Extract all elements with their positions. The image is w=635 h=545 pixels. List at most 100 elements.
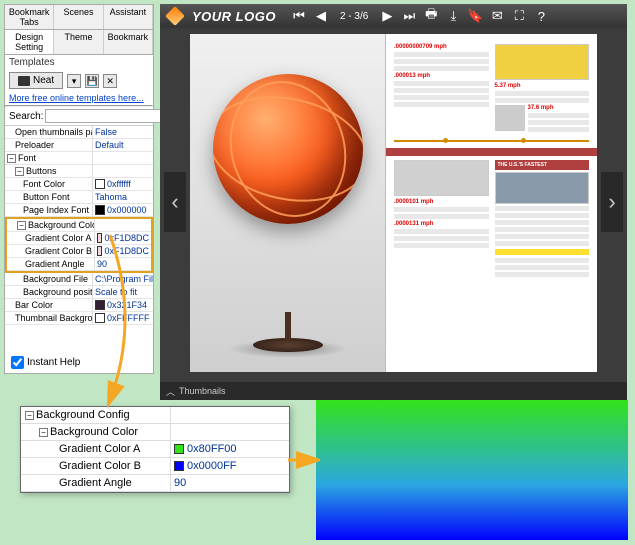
prop-gradient-angle-val[interactable]: 90 — [95, 258, 151, 270]
tab-row-1: Bookmark Tabs Scenes Assistant — [5, 5, 153, 30]
callout-bg-config[interactable]: −Background Config — [21, 407, 171, 423]
callout-grad-angle[interactable]: Gradient Angle — [21, 475, 171, 491]
template-save-button[interactable]: 💾 — [85, 74, 99, 88]
next-page-button[interactable]: ▶ — [380, 9, 394, 23]
prop-gradient-a-val[interactable]: 0xF1D8DC — [95, 232, 151, 244]
minus-icon[interactable]: − — [17, 221, 26, 230]
prop-page-index-font-color-val[interactable]: 0x000000 — [93, 204, 153, 216]
callout-bg-color[interactable]: −Background Color — [21, 424, 171, 440]
globe-image — [213, 74, 363, 224]
instant-help-checkbox[interactable]: Instant Help — [11, 356, 80, 369]
prop-gradient-b-val[interactable]: 0xF1D8DC — [95, 245, 151, 257]
search-input[interactable] — [45, 109, 168, 123]
print-button[interactable]: 🖶 — [424, 9, 438, 23]
color-swatch — [95, 300, 105, 310]
help-button[interactable]: ? — [534, 9, 548, 23]
prop-open-thumbnails-val[interactable]: False — [93, 126, 153, 138]
template-delete-button[interactable]: ✕ — [103, 74, 117, 88]
callout-grad-a[interactable]: Gradient Color A — [21, 441, 171, 457]
bookmark-button[interactable]: 🔖 — [468, 9, 482, 23]
timeline — [394, 140, 589, 142]
prop-background-color[interactable]: −Background Color — [7, 219, 95, 231]
minus-icon[interactable]: − — [25, 411, 34, 420]
page-nav-prev[interactable]: ‹ — [164, 172, 186, 232]
color-swatch — [95, 179, 105, 189]
yellow-highlight — [495, 249, 590, 255]
speed-value: .00000000709 mph — [394, 44, 489, 50]
minus-icon[interactable]: − — [7, 154, 16, 163]
tab-row-2: Design Setting Theme Bookmark — [5, 30, 153, 55]
viewer: YOUR LOGO ⏮ ◀ 2 - 3/6 ▶ ⏭ 🖶 ⤓ 🔖 ✉ ⛶ ? ‹ … — [160, 4, 627, 400]
tab-design-setting[interactable]: Design Setting — [5, 30, 54, 54]
prop-button-font-val[interactable]: Tahoma — [93, 191, 153, 203]
color-swatch — [95, 205, 105, 215]
search-label: Search: — [9, 111, 43, 122]
callout-grad-b-val[interactable]: 0x0000FF — [171, 458, 289, 474]
prop-background-position-val[interactable]: Scale to fit — [93, 286, 153, 298]
thumbnails-label: Thumbnails — [179, 386, 226, 396]
prop-bar-color-val[interactable]: 0x321F34 — [93, 299, 153, 311]
callout-grad-angle-val[interactable]: 90 — [171, 475, 289, 491]
page-left — [190, 34, 386, 372]
tab-bookmark[interactable]: Bookmark — [104, 30, 153, 54]
more-templates-link[interactable]: More free online templates here... — [5, 91, 153, 105]
speed-value: 37.6 mph — [528, 105, 590, 111]
prop-background-position[interactable]: Background position — [5, 286, 93, 298]
neat-template-button[interactable]: Neat — [9, 72, 63, 89]
tab-scenes[interactable]: Scenes — [54, 5, 103, 29]
prop-thumb-bg[interactable]: Thumbnail Background ... — [5, 312, 93, 324]
prop-gradient-angle[interactable]: Gradient Angle — [7, 258, 95, 270]
prop-font[interactable]: −Font — [5, 152, 93, 164]
tab-bookmark-tabs[interactable]: Bookmark Tabs — [5, 5, 54, 29]
prop-page-index-font-color[interactable]: Page Index Font Color — [5, 204, 93, 216]
prop-background-file-val[interactable]: C:\Program Files\... — [93, 273, 153, 285]
template-browse-button[interactable]: ▾ — [67, 74, 81, 88]
climber-image — [495, 105, 525, 131]
callout-grad-b[interactable]: Gradient Color B — [21, 458, 171, 474]
fullscreen-button[interactable]: ⛶ — [512, 9, 526, 23]
fastest-header: THE U.S.'S FASTEST — [495, 160, 590, 170]
download-button[interactable]: ⤓ — [446, 9, 460, 23]
share-button[interactable]: ✉ — [490, 9, 504, 23]
color-swatch — [174, 461, 184, 471]
speed-value: .0000131 mph — [394, 221, 489, 227]
chevron-up-icon: ︿ — [166, 385, 175, 398]
prop-preloader[interactable]: Preloader — [5, 139, 93, 151]
callout-grad-a-val[interactable]: 0x80FF00 — [171, 441, 289, 457]
callout-panel: −Background Config −Background Color Gra… — [20, 406, 290, 493]
minus-icon[interactable]: − — [39, 428, 48, 437]
prop-gradient-b[interactable]: Gradient Color B — [7, 245, 95, 257]
page-nav-next[interactable]: › — [601, 172, 623, 232]
speed-value: 5.37 mph — [495, 83, 590, 89]
minus-icon[interactable]: − — [15, 167, 24, 176]
first-page-button[interactable]: ⏮ — [292, 9, 306, 23]
prop-open-thumbnails[interactable]: Open thumbnails pallet — [5, 126, 93, 138]
tab-theme[interactable]: Theme — [54, 30, 103, 54]
prop-bar-color[interactable]: Bar Color — [5, 299, 93, 311]
logo-icon — [165, 6, 185, 26]
thumbnails-bar[interactable]: ︿ Thumbnails — [160, 382, 627, 400]
arrow-annotation-2 — [286, 450, 320, 470]
property-grid: Open thumbnails palletFalse PreloaderDef… — [5, 125, 153, 325]
swimmer-image — [495, 44, 590, 80]
color-swatch — [174, 444, 184, 454]
prop-thumb-bg-val[interactable]: 0xFFFFFF — [93, 312, 153, 324]
prop-buttons[interactable]: −Buttons — [5, 165, 93, 177]
instant-help-input[interactable] — [11, 356, 24, 369]
prop-preloader-val[interactable]: Default — [93, 139, 153, 151]
prop-font-color[interactable]: Font Color — [5, 178, 93, 190]
instant-help-label: Instant Help — [27, 357, 80, 368]
viewer-toolbar: YOUR LOGO ⏮ ◀ 2 - 3/6 ▶ ⏭ 🖶 ⤓ 🔖 ✉ ⛶ ? — [160, 4, 627, 28]
color-swatch — [97, 233, 102, 243]
red-banner — [386, 148, 597, 156]
gradient-preview — [316, 400, 628, 540]
article-image — [394, 160, 489, 196]
prev-page-button[interactable]: ◀ — [314, 9, 328, 23]
prop-background-file[interactable]: Background File — [5, 273, 93, 285]
prop-font-color-val[interactable]: 0xffffff — [93, 178, 153, 190]
last-page-button[interactable]: ⏭ — [402, 9, 416, 23]
settings-panel: Bookmark Tabs Scenes Assistant Design Se… — [4, 4, 154, 374]
prop-button-font[interactable]: Button Font — [5, 191, 93, 203]
prop-gradient-a[interactable]: Gradient Color A — [7, 232, 95, 244]
tab-assistant[interactable]: Assistant — [104, 5, 153, 29]
